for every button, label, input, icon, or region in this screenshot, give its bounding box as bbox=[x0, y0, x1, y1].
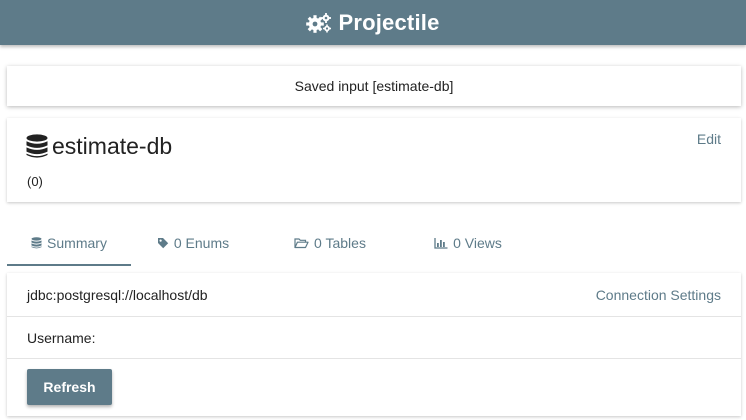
tab-views-label: 0 Views bbox=[453, 235, 502, 251]
card-subtitle: (0) bbox=[27, 174, 43, 189]
refresh-button[interactable]: Refresh bbox=[27, 369, 112, 405]
tab-enums[interactable]: 0 Enums bbox=[131, 220, 255, 266]
tab-bar: Summary 0 Enums 0 Tables 0 Views bbox=[7, 220, 741, 266]
username-label: Username: bbox=[27, 329, 96, 346]
input-card: estimate-db (0) Edit bbox=[7, 118, 741, 202]
flash-message: Saved input [estimate-db] bbox=[7, 66, 741, 106]
card-title: estimate-db bbox=[26, 133, 172, 160]
username-row: Username: bbox=[7, 317, 741, 359]
flash-message-text: Saved input [estimate-db] bbox=[294, 78, 454, 94]
tab-summary-label: Summary bbox=[47, 235, 107, 251]
edit-link[interactable]: Edit bbox=[697, 131, 721, 147]
tag-icon bbox=[157, 238, 169, 249]
connection-url: jdbc:postgresql://localhost/db bbox=[27, 286, 208, 303]
app-title: Projectile bbox=[338, 9, 440, 35]
page-title: estimate-db bbox=[52, 133, 173, 159]
tab-tables[interactable]: 0 Tables bbox=[255, 220, 405, 266]
database-icon bbox=[31, 237, 42, 249]
tab-views[interactable]: 0 Views bbox=[405, 220, 531, 266]
database-icon bbox=[26, 134, 48, 158]
tab-enums-label: 0 Enums bbox=[173, 235, 230, 251]
summary-panel: jdbc:postgresql://localhost/db Connectio… bbox=[7, 273, 741, 416]
top-bar: Projectile bbox=[0, 0, 746, 45]
tab-summary[interactable]: Summary bbox=[7, 220, 131, 266]
connection-settings-link[interactable]: Connection Settings bbox=[596, 287, 721, 303]
folder-open-icon bbox=[294, 238, 309, 249]
tab-tables-label: 0 Tables bbox=[314, 235, 366, 251]
brand[interactable]: Projectile bbox=[306, 10, 439, 36]
bar-chart-icon bbox=[434, 238, 448, 249]
connection-url-row: jdbc:postgresql://localhost/db Connectio… bbox=[7, 273, 741, 317]
cogs-icon bbox=[306, 12, 332, 33]
